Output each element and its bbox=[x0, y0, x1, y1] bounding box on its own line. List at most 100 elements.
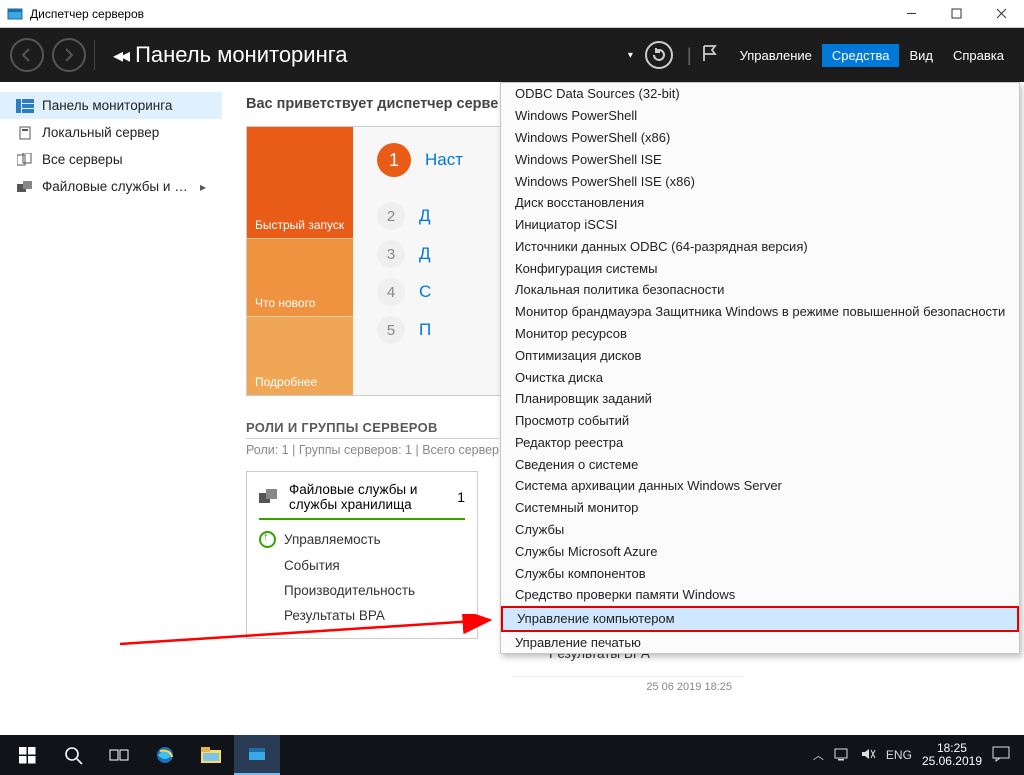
tools-menu-item[interactable]: Службы Microsoft Azure bbox=[501, 540, 1019, 562]
servers-icon bbox=[16, 153, 34, 167]
tray-clock[interactable]: 18:25 25.06.2019 bbox=[922, 742, 982, 768]
search-button[interactable] bbox=[50, 735, 96, 775]
tools-menu-item[interactable]: Система архивации данных Windows Server bbox=[501, 475, 1019, 497]
header-divider bbox=[94, 40, 95, 70]
card-footer-timestamp: 25 06 2019 18:25 bbox=[512, 676, 744, 697]
menu-help[interactable]: Справка bbox=[943, 44, 1014, 67]
tools-menu-item[interactable]: Монитор ресурсов bbox=[501, 323, 1019, 345]
tools-menu-item[interactable]: Управление компьютером bbox=[501, 606, 1019, 632]
role-card-file-services[interactable]: Файловые службы и службы хранилища 1 Упр… bbox=[246, 471, 478, 639]
sidebar-item-label: Локальный сервер bbox=[42, 125, 206, 140]
step-label: Д bbox=[419, 206, 431, 226]
minimize-button[interactable] bbox=[889, 0, 934, 28]
step-label: П bbox=[419, 320, 431, 340]
status-underline bbox=[259, 518, 465, 520]
sidebar-item-file-services[interactable]: Файловые службы и сл... ▸ bbox=[0, 173, 222, 200]
tools-menu-item[interactable]: Диск восстановления bbox=[501, 192, 1019, 214]
taskview-button[interactable] bbox=[96, 735, 142, 775]
tray-date: 25.06.2019 bbox=[922, 755, 982, 768]
tools-menu-item[interactable]: Источники данных ODBC (64-разрядная верс… bbox=[501, 235, 1019, 257]
menu-view[interactable]: Вид bbox=[899, 44, 943, 67]
tools-menu-item[interactable]: Windows PowerShell ISE bbox=[501, 148, 1019, 170]
sidebar-item-label: Все серверы bbox=[42, 152, 206, 167]
tools-menu-item[interactable]: Редактор реестра bbox=[501, 432, 1019, 454]
tools-menu-item[interactable]: Средство проверки памяти Windows bbox=[501, 584, 1019, 606]
sidebar: Панель мониторинга Локальный сервер Все … bbox=[0, 82, 222, 735]
tray-sound-icon[interactable] bbox=[860, 747, 876, 764]
welcome-tab-more[interactable]: Подробнее bbox=[247, 316, 353, 395]
tools-menu-item[interactable]: Windows PowerShell bbox=[501, 105, 1019, 127]
step-number-badge: 5 bbox=[377, 316, 405, 344]
step-label: Наст bbox=[425, 150, 463, 170]
start-button[interactable] bbox=[4, 735, 50, 775]
tools-menu-item[interactable]: Windows PowerShell ISE (x86) bbox=[501, 170, 1019, 192]
server-icon bbox=[16, 126, 34, 140]
window-titlebar: Диспетчер серверов bbox=[0, 0, 1024, 28]
tools-menu-item[interactable]: Системный монитор bbox=[501, 497, 1019, 519]
welcome-side-tabs: Быстрый запуск Что нового Подробнее bbox=[247, 127, 353, 395]
window-title: Диспетчер серверов bbox=[30, 7, 889, 21]
tools-menu-item[interactable]: Очистка диска bbox=[501, 366, 1019, 388]
tools-menu-item[interactable]: ODBC Data Sources (32-bit) bbox=[501, 83, 1019, 105]
breadcrumb-chevrons-icon: ◂◂ bbox=[113, 43, 127, 68]
tools-menu-item[interactable]: Службы компонентов bbox=[501, 562, 1019, 584]
status-ok-icon bbox=[259, 531, 276, 548]
menu-manage[interactable]: Управление bbox=[730, 44, 822, 67]
tools-menu-item[interactable]: Монитор брандмауэра Защитника Windows в … bbox=[501, 301, 1019, 323]
welcome-tab-label: Быстрый запуск bbox=[255, 218, 344, 232]
card-line-label: События bbox=[284, 558, 340, 573]
app-header: ◂◂ Панель мониторинга ▾ | Управление Сре… bbox=[0, 28, 1024, 82]
card-line-bpa[interactable]: Результаты BPA bbox=[259, 603, 465, 628]
sidebar-item-dashboard[interactable]: Панель мониторинга bbox=[0, 92, 222, 119]
card-line-manageability[interactable]: Управляемость bbox=[259, 526, 465, 553]
step-label: Д bbox=[419, 244, 431, 264]
taskbar-server-manager[interactable] bbox=[234, 735, 280, 775]
tray-action-center-icon[interactable] bbox=[992, 746, 1010, 765]
tray-chevron-up-icon[interactable]: ︿ bbox=[813, 747, 824, 763]
file-services-icon bbox=[259, 488, 279, 506]
menu-tools[interactable]: Средства bbox=[822, 44, 900, 67]
tray-network-icon[interactable] bbox=[834, 747, 850, 764]
close-button[interactable] bbox=[979, 0, 1024, 28]
tools-menu-item[interactable]: Конфигурация системы bbox=[501, 257, 1019, 279]
tools-menu-item[interactable]: Инициатор iSCSI bbox=[501, 214, 1019, 236]
header-right: ▾ | Управление Средства Вид Справка bbox=[628, 41, 1014, 69]
card-line-label: Управляемость bbox=[284, 532, 381, 547]
tools-menu-item[interactable]: Просмотр событий bbox=[501, 410, 1019, 432]
tray-language[interactable]: ENG bbox=[886, 748, 912, 762]
taskbar-ie[interactable] bbox=[142, 735, 188, 775]
card-header: Файловые службы и службы хранилища 1 bbox=[247, 472, 477, 518]
tools-menu-item[interactable]: Службы bbox=[501, 519, 1019, 541]
taskbar: ︿ ENG 18:25 25.06.2019 bbox=[0, 735, 1024, 775]
dashboard-icon bbox=[16, 99, 34, 113]
welcome-tab-whatsnew[interactable]: Что нового bbox=[247, 238, 353, 317]
welcome-tab-label: Подробнее bbox=[255, 375, 317, 389]
maximize-button[interactable] bbox=[934, 0, 979, 28]
nav-forward-button[interactable] bbox=[52, 38, 86, 72]
card-title: Файловые службы и службы хранилища bbox=[289, 482, 447, 512]
step-number-badge: 4 bbox=[377, 278, 405, 306]
card-count: 1 bbox=[457, 489, 465, 505]
tools-menu-item[interactable]: Планировщик заданий bbox=[501, 388, 1019, 410]
notifications-flag-icon[interactable] bbox=[700, 43, 720, 68]
nav-back-button[interactable] bbox=[10, 38, 44, 72]
app-icon bbox=[6, 5, 24, 23]
tools-menu-item[interactable]: Локальная политика безопасности bbox=[501, 279, 1019, 301]
taskbar-explorer[interactable] bbox=[188, 735, 234, 775]
system-tray: ︿ ENG 18:25 25.06.2019 bbox=[813, 742, 1010, 768]
refresh-button[interactable] bbox=[645, 41, 673, 69]
sidebar-item-all-servers[interactable]: Все серверы bbox=[0, 146, 222, 173]
tools-menu-item[interactable]: Управление печатью bbox=[501, 632, 1019, 654]
welcome-tab-quickstart[interactable]: Быстрый запуск bbox=[247, 127, 353, 238]
header-separator: | bbox=[687, 45, 692, 66]
breadcrumb-title[interactable]: Панель мониторинга bbox=[135, 42, 347, 68]
welcome-tab-label: Что нового bbox=[255, 296, 315, 310]
sidebar-item-local-server[interactable]: Локальный сервер bbox=[0, 119, 222, 146]
tools-menu-item[interactable]: Windows PowerShell (x86) bbox=[501, 127, 1019, 149]
card-line-events[interactable]: События bbox=[259, 553, 465, 578]
header-dropdown-caret-icon[interactable]: ▾ bbox=[628, 50, 633, 61]
tools-menu-item[interactable]: Оптимизация дисков bbox=[501, 344, 1019, 366]
card-line-label: Результаты BPA bbox=[284, 608, 385, 623]
card-line-performance[interactable]: Производительность bbox=[259, 578, 465, 603]
tools-menu-item[interactable]: Сведения о системе bbox=[501, 453, 1019, 475]
